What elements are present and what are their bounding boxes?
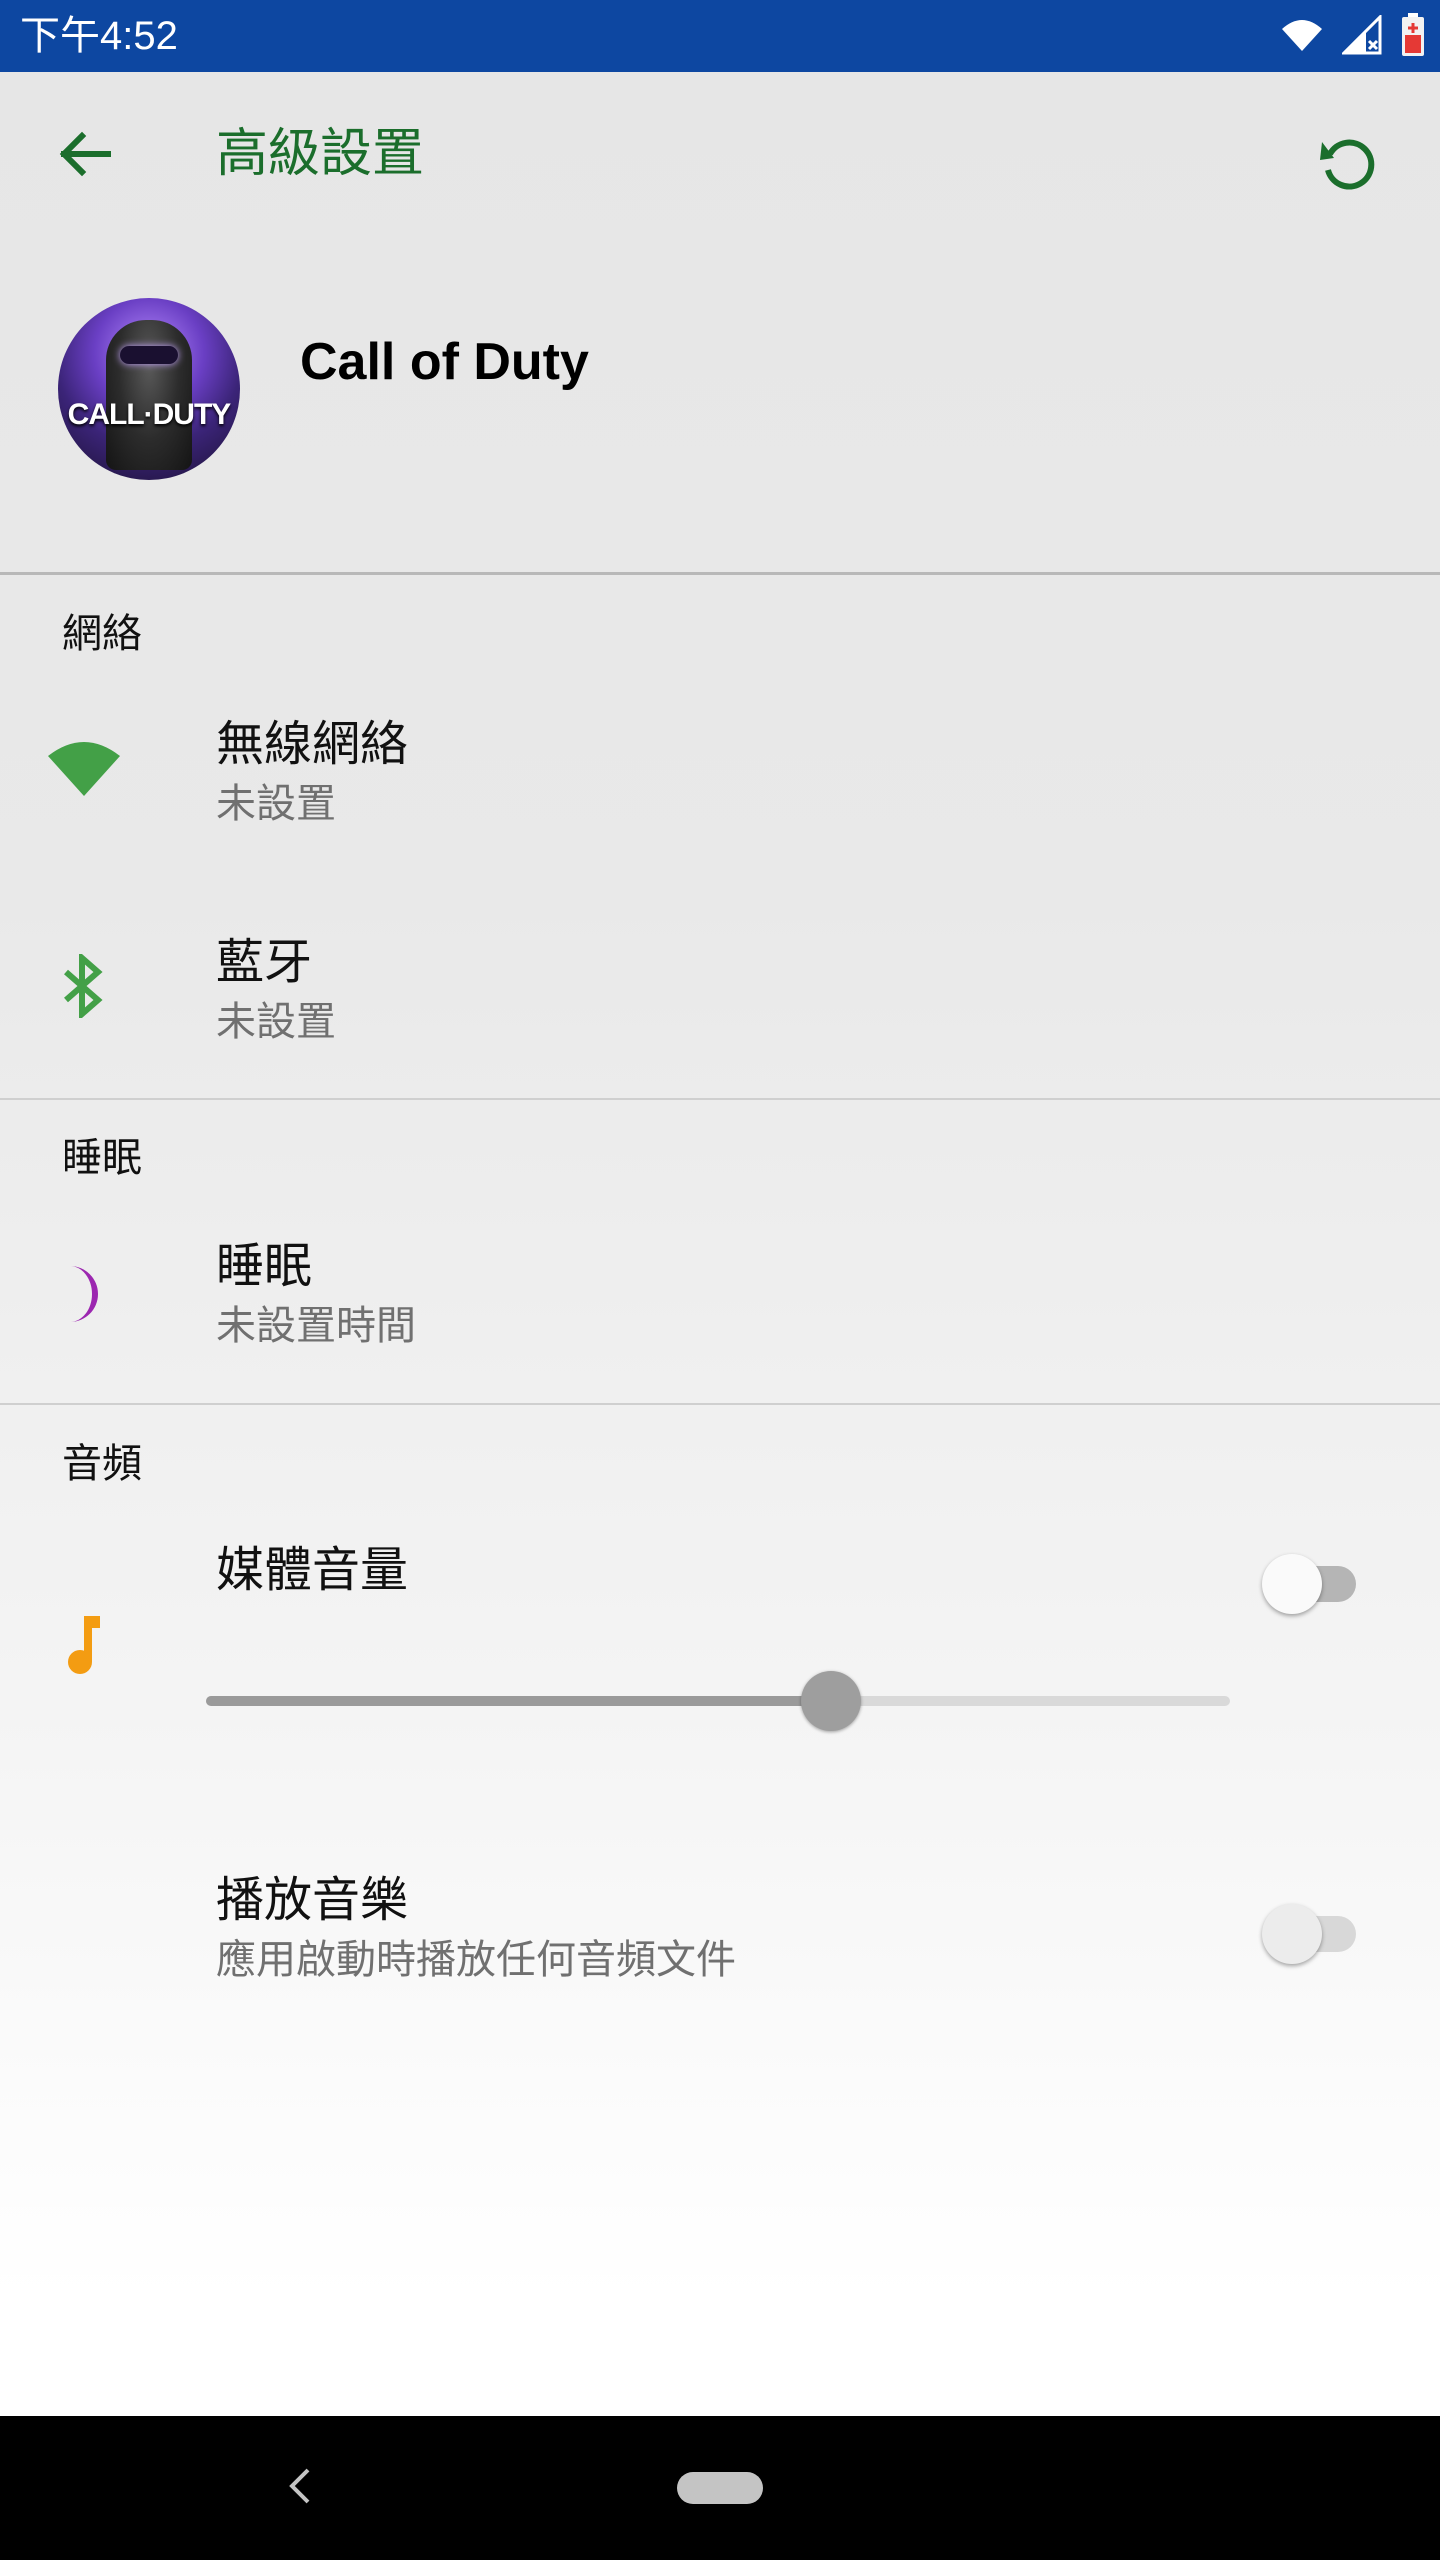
signal-no-service-icon	[1340, 13, 1382, 59]
status-time: 下午4:52	[20, 14, 178, 58]
nav-back-icon	[286, 2466, 314, 2510]
back-button[interactable]	[44, 116, 124, 196]
system-nav-bar	[0, 2416, 1440, 2560]
bluetooth-icon	[44, 946, 124, 1026]
app-avatar: CALL·DUTY	[58, 298, 240, 480]
app-header: CALL·DUTY Call of Duty	[0, 240, 1440, 574]
setting-row-sleep[interactable]: 睡眠 未設置時間	[0, 1220, 1440, 1380]
section-title-network: 網絡	[62, 611, 142, 657]
toggle-thumb	[1262, 1904, 1322, 1964]
setting-row-media-volume: 媒體音量	[0, 1526, 1440, 1786]
play-music-toggle[interactable]	[1262, 1894, 1362, 1964]
slider-fill	[206, 1696, 831, 1706]
wifi-icon	[1280, 17, 1324, 57]
moon-icon	[44, 1254, 124, 1334]
sleep-title: 睡眠	[216, 1238, 313, 1294]
media-volume-toggle[interactable]	[1262, 1544, 1362, 1614]
divider	[0, 1403, 1440, 1405]
music-note-icon	[44, 1604, 124, 1684]
arrow-left-icon	[56, 130, 112, 182]
battery-low-icon	[1400, 13, 1426, 61]
app-name: Call of Duty	[300, 333, 589, 391]
wifi-title: 無線網絡	[216, 716, 409, 772]
app-logo-text: CALL·DUTY	[67, 398, 232, 431]
bluetooth-title: 藍牙	[216, 934, 313, 990]
divider	[0, 1098, 1440, 1100]
setting-row-play-music[interactable]: 播放音樂 應用啟動時播放任何音頻文件	[0, 1856, 1440, 2016]
media-volume-title: 媒體音量	[216, 1542, 409, 1598]
status-bar: 下午4:52	[0, 0, 1440, 72]
section-title-sleep: 睡眠	[62, 1135, 142, 1181]
page-title: 高級設置	[216, 124, 425, 184]
nav-home-pill-icon[interactable]	[677, 2472, 763, 2504]
app-bar: 高級設置	[0, 72, 1440, 240]
play-music-subtitle: 應用啟動時播放任何音頻文件	[216, 1937, 736, 1983]
status-icons	[1280, 13, 1426, 61]
play-music-title: 播放音樂	[216, 1872, 409, 1928]
setting-row-wifi[interactable]: 無線網絡 未設置	[0, 694, 1440, 894]
nav-back-button[interactable]	[260, 2448, 340, 2528]
wifi-icon	[44, 728, 124, 808]
setting-row-bluetooth[interactable]: 藍牙 未設置	[0, 912, 1440, 1112]
divider	[0, 572, 1440, 575]
media-volume-slider[interactable]	[206, 1660, 1230, 1740]
refresh-icon	[1318, 132, 1378, 196]
toggle-thumb	[1262, 1554, 1322, 1614]
goggles-glow	[120, 346, 178, 364]
slider-knob[interactable]	[800, 1671, 861, 1731]
section-title-audio: 音頻	[62, 1441, 142, 1487]
wifi-subtitle: 未設置	[216, 781, 336, 827]
bluetooth-subtitle: 未設置	[216, 999, 336, 1045]
sleep-subtitle: 未設置時間	[216, 1303, 416, 1349]
refresh-button[interactable]	[1300, 116, 1396, 212]
soldier-figure	[106, 320, 192, 470]
